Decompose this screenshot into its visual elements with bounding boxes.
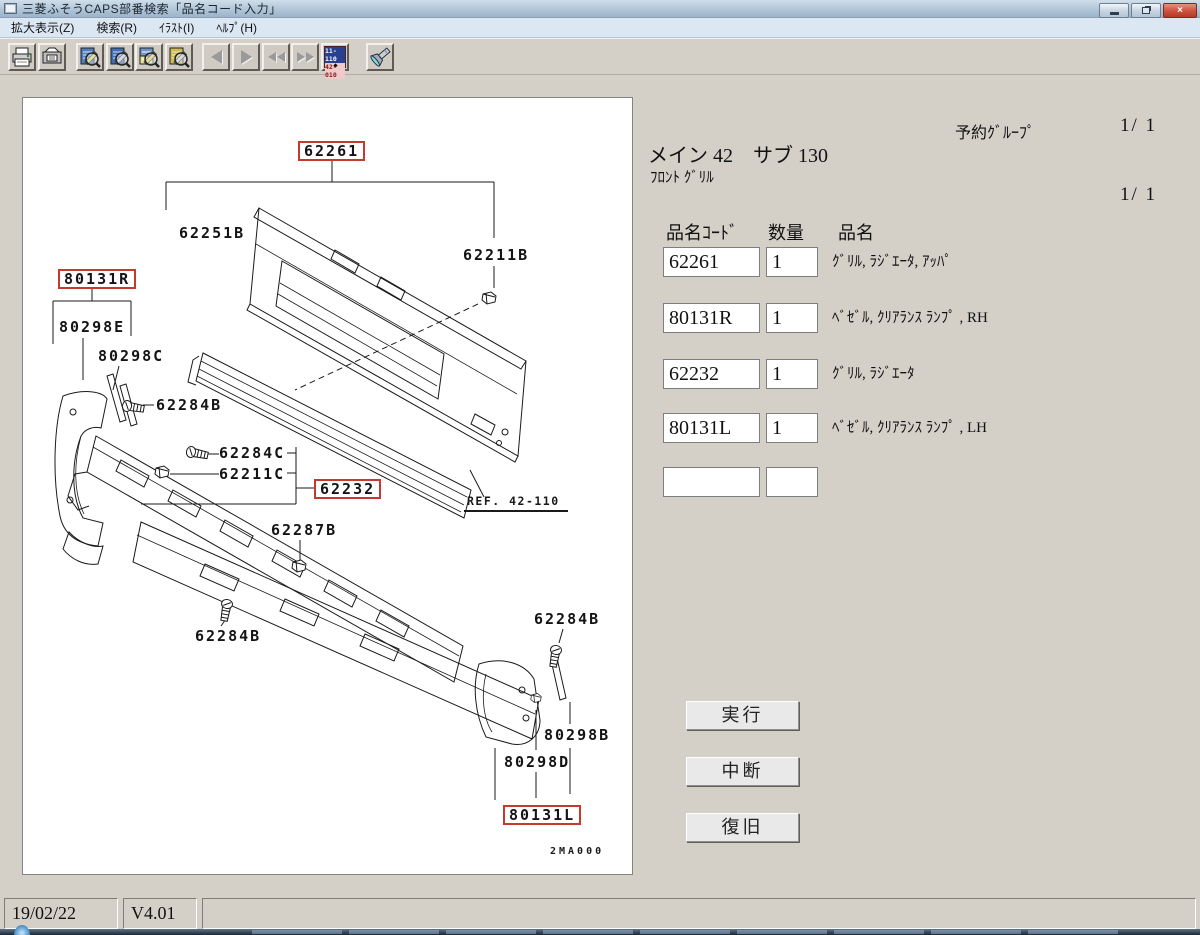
part-label[interactable]: 62284B (534, 611, 600, 628)
taskbar-button[interactable] (640, 930, 730, 934)
reserved-group-page: 1/ 1 (1120, 115, 1157, 137)
diagram-panel: 62261 80131R 62232 80131L 62251B 62211B 80298E… (22, 97, 633, 875)
part-label-boxed[interactable]: 80131L (503, 805, 581, 825)
part-label[interactable]: 80298C (98, 348, 164, 365)
minimize-icon (1110, 12, 1119, 15)
output-button[interactable] (38, 43, 66, 71)
minimize-button[interactable] (1099, 3, 1129, 18)
zoom-doc-icon-2 (108, 45, 132, 69)
part-code-field[interactable]: 80131L (663, 413, 760, 443)
quantity-field[interactable]: 1 (766, 359, 818, 389)
taskbar[interactable] (0, 929, 1200, 935)
first-page-icon (268, 52, 285, 62)
prev-page-button[interactable] (202, 43, 230, 71)
col-header-qty: 数量 (768, 219, 804, 245)
part-label[interactable]: 80298B (544, 727, 610, 744)
app-icon (4, 3, 17, 14)
group-subtitle: ﾌﾛﾝﾄ ｸﾞﾘﾙ (650, 166, 714, 187)
part-label-boxed[interactable]: 80131R (58, 269, 136, 289)
taskbar-button[interactable] (349, 930, 439, 934)
part-name-text: ｸﾞﾘﾙ, ﾗｼﾞｴｰﾀ, ｱｯﾊﾟ (832, 247, 952, 277)
reserved-group-label: 予約ｸﾞﾙｰﾌﾟ (955, 119, 1035, 143)
part-label[interactable]: 62211C (219, 466, 285, 483)
part-code-field[interactable]: 62232 (663, 359, 760, 389)
quantity-field[interactable]: 1 (766, 247, 818, 277)
zoom-mode-button-3[interactable] (135, 43, 163, 71)
menu-item-illustration[interactable]: ｲﾗｽﾄ(I) (148, 18, 205, 38)
part-code-field[interactable] (663, 467, 760, 497)
zoom-mode-button-2[interactable] (106, 43, 134, 71)
close-button[interactable]: × (1163, 3, 1197, 18)
close-icon: × (1177, 6, 1183, 16)
taskbar-button[interactable] (834, 930, 924, 934)
part-label-boxed[interactable]: 62261 (298, 141, 365, 161)
quantity-field[interactable]: 1 (766, 303, 818, 333)
prev-page-icon (211, 50, 222, 64)
taskbar-button[interactable] (737, 930, 827, 934)
col-header-name: 品名 (838, 219, 874, 245)
restore-icon (1142, 7, 1150, 14)
print-button[interactable] (8, 43, 36, 71)
next-page-icon (241, 50, 252, 64)
part-label[interactable]: 62284B (156, 397, 222, 414)
part-label[interactable]: 62284B (195, 628, 261, 645)
part-code-field[interactable]: 62261 (663, 247, 760, 277)
figure-number-display: 11-110 42-010 (324, 46, 346, 68)
taskbar-button[interactable] (252, 930, 342, 934)
zoom-doc-icon-4 (167, 45, 191, 69)
last-page-button[interactable] (291, 43, 319, 71)
print-icon (10, 45, 34, 69)
col-header-code: 品名ｺｰﾄﾞ (666, 219, 738, 245)
toolbar: 11-110 42-010 (0, 38, 1200, 75)
flashlight-button[interactable] (366, 43, 394, 71)
menu-item-help[interactable]: ﾍﾙﾌﾟ(H) (205, 18, 268, 38)
ref-label[interactable]: REF. 42-110 (464, 494, 568, 512)
zoom-mode-button-4[interactable] (165, 43, 193, 71)
execute-button[interactable]: 実行 (686, 701, 799, 730)
next-page-button[interactable] (232, 43, 260, 71)
last-page-icon (297, 52, 314, 62)
first-page-button[interactable] (262, 43, 290, 71)
taskbar-button[interactable] (543, 930, 633, 934)
menu-item-search[interactable]: 検索(R) (85, 18, 148, 38)
output-icon (40, 45, 64, 69)
part-label[interactable]: 80298D (504, 754, 570, 771)
part-label[interactable]: 62251B (179, 225, 245, 242)
part-name-text: ｸﾞﾘﾙ, ﾗｼﾞｴｰﾀ (832, 359, 915, 389)
interrupt-button[interactable]: 中断 (686, 757, 799, 786)
taskbar-button[interactable] (1028, 930, 1118, 934)
zoom-mode-button-1[interactable] (76, 43, 104, 71)
page-indicator: 1/ 1 (1120, 184, 1157, 206)
window-title: 三菱ふそうCAPS部番検索「品名コード入力」 (22, 0, 282, 17)
flashlight-icon (368, 45, 392, 69)
zoom-doc-icon-3 (137, 45, 161, 69)
part-code-field[interactable]: 80131R (663, 303, 760, 333)
taskbar-button[interactable] (931, 930, 1021, 934)
status-message (202, 898, 1196, 929)
quantity-field[interactable] (766, 467, 818, 497)
part-label[interactable]: 62287B (271, 522, 337, 539)
figure-number-top: 11-110 (325, 47, 345, 63)
menubar: 拡大表示(Z) 検索(R) ｲﾗｽﾄ(I) ﾍﾙﾌﾟ(H) (0, 18, 1200, 38)
part-label-boxed[interactable]: 62232 (314, 479, 381, 499)
part-label[interactable]: 62284C (219, 445, 285, 462)
part-label[interactable]: 62211B (463, 247, 529, 264)
main-sub-label: メイン 42 サブ 130 (648, 139, 828, 168)
status-version: V4.01 (123, 898, 197, 929)
figure-number-button[interactable]: 11-110 42-010 (321, 43, 349, 71)
restore-button[interactable] (1131, 3, 1161, 18)
part-name-text: ﾍﾞｾﾞﾙ, ｸﾘｱﾗﾝｽ ﾗﾝﾌﾟ , RH (832, 303, 988, 333)
recover-button[interactable]: 復旧 (686, 813, 799, 842)
menu-item-zoom[interactable]: 拡大表示(Z) (0, 18, 85, 38)
zoom-doc-icon-1 (78, 45, 102, 69)
taskbar-button[interactable] (446, 930, 536, 934)
part-label[interactable]: 80298E (59, 319, 125, 336)
titlebar: 三菱ふそうCAPS部番検索「品名コード入力」 × (0, 0, 1200, 18)
quantity-field[interactable]: 1 (766, 413, 818, 443)
part-name-text: ﾍﾞｾﾞﾙ, ｸﾘｱﾗﾝｽ ﾗﾝﾌﾟ , LH (832, 413, 987, 443)
drawing-code: 2MA000 (550, 846, 604, 857)
